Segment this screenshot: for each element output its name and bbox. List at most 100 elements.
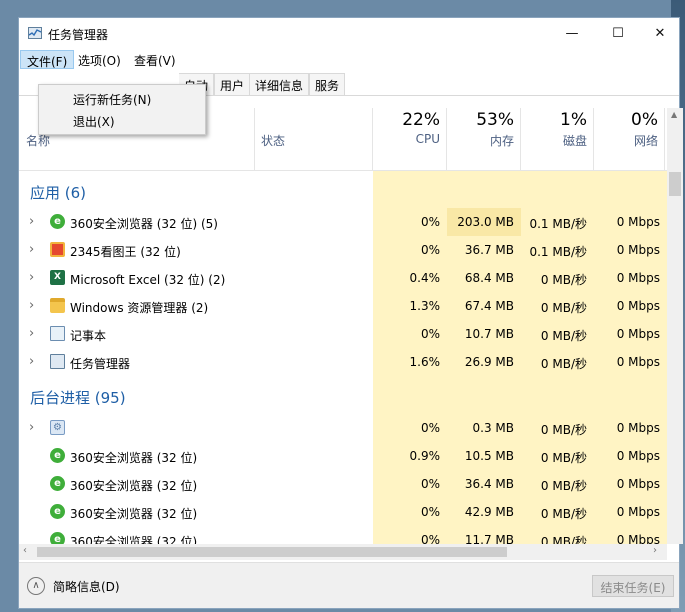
- browser-360-icon: e: [50, 504, 65, 519]
- network-cell: 0 Mbps: [616, 449, 660, 463]
- process-name: 360安全浏览器 (32 位): [70, 451, 198, 465]
- expand-chevron-icon[interactable]: ›: [29, 242, 34, 257]
- cpu-cell: 0%: [420, 243, 440, 257]
- memory-cell: 68.4 MB: [464, 271, 514, 285]
- table-row[interactable]: e 360安全浏览器 (32 位) 0% 11.7 MB 0 MB/秒 0 Mbps: [19, 526, 667, 544]
- table-row[interactable]: e 360安全浏览器 (32 位) 0% 36.4 MB 0 MB/秒 0 Mbps: [19, 470, 667, 498]
- cpu-cell: 0%: [420, 215, 440, 229]
- disk-cell: 0 MB/秒: [540, 329, 587, 343]
- end-task-button[interactable]: 结束任务(E): [592, 575, 674, 597]
- group-title-apps: 应用 (6): [30, 184, 87, 202]
- table-row[interactable]: › 记事本 0% 10.7 MB 0 MB/秒 0 Mbps: [19, 320, 667, 348]
- expand-chevron-icon[interactable]: ›: [29, 214, 34, 229]
- chevron-up-icon[interactable]: ∧: [27, 577, 45, 595]
- network-cell: 0 Mbps: [616, 243, 660, 257]
- horizontal-scroll-thumb[interactable]: [37, 547, 507, 557]
- network-total: 0%: [631, 110, 658, 130]
- process-name: 360安全浏览器 (32 位): [70, 507, 198, 521]
- vertical-scroll-thumb[interactable]: [669, 172, 681, 196]
- process-name: 2345看图王 (32 位): [70, 245, 181, 259]
- scroll-right-icon[interactable]: ›: [653, 545, 657, 556]
- column-network[interactable]: 0% 网络: [594, 108, 665, 170]
- tab-details[interactable]: 详细信息: [249, 73, 310, 95]
- disk-cell: 0 MB/秒: [540, 301, 587, 315]
- cpu-cell: 0%: [420, 477, 440, 491]
- cpu-cell: 1.6%: [409, 355, 441, 369]
- browser-360-icon: e: [50, 214, 65, 229]
- disk-cell: 0 MB/秒: [540, 423, 587, 437]
- network-cell: 0 Mbps: [616, 505, 660, 519]
- column-cpu[interactable]: 22% CPU: [373, 108, 447, 170]
- horizontal-scrollbar[interactable]: ‹ ›: [19, 544, 667, 560]
- process-name: 360安全浏览器 (32 位): [70, 479, 198, 493]
- memory-cell: 11.7 MB: [464, 533, 514, 544]
- expand-chevron-icon[interactable]: ›: [29, 326, 34, 341]
- footer-bar: ∧ 简略信息(D) 结束任务(E): [19, 562, 679, 608]
- browser-360-icon: e: [50, 532, 65, 544]
- cpu-cell: 0%: [420, 533, 440, 544]
- cpu-total: 22%: [402, 110, 440, 130]
- scroll-left-icon[interactable]: ‹: [23, 545, 27, 556]
- cpu-cell: 0%: [420, 327, 440, 341]
- fewer-details-link[interactable]: 简略信息(D): [53, 578, 120, 595]
- menu-file[interactable]: 文件(F): [20, 50, 75, 69]
- folder-icon: [50, 298, 65, 313]
- title-bar[interactable]: 任务管理器 — ☐ ✕: [19, 18, 679, 48]
- table-row[interactable]: e 360安全浏览器 (32 位) 0% 42.9 MB 0 MB/秒 0 Mbps: [19, 498, 667, 526]
- table-row[interactable]: › e 360安全浏览器 (32 位) (5) 0% 203.0 MB 0.1 MB/秒 0…: [19, 208, 667, 236]
- expand-chevron-icon[interactable]: ›: [29, 270, 34, 285]
- memory-cell: 36.4 MB: [464, 477, 514, 491]
- menu-item-exit[interactable]: 退出(X): [73, 113, 115, 130]
- cpu-cell: 0.9%: [409, 449, 441, 463]
- network-cell: 0 Mbps: [616, 299, 660, 313]
- disk-total: 1%: [560, 110, 587, 130]
- group-header-apps[interactable]: 应用 (6): [19, 177, 667, 205]
- maximize-button[interactable]: ☐: [595, 18, 641, 48]
- notepad-icon: [50, 326, 65, 341]
- group-title-background: 后台进程 (95): [30, 389, 126, 407]
- disk-cell: 0.1 MB/秒: [529, 217, 587, 231]
- disk-cell: 0.1 MB/秒: [529, 245, 587, 259]
- network-cell: 0 Mbps: [616, 327, 660, 341]
- column-cpu-label: CPU: [415, 132, 440, 146]
- group-header-background[interactable]: 后台进程 (95): [19, 382, 667, 410]
- menu-item-run-new-task[interactable]: 运行新任务(N): [73, 91, 151, 108]
- menu-bar: 文件(F) 选项(O) 查看(V): [19, 48, 679, 70]
- table-row[interactable]: › Windows 资源管理器 (2) 1.3% 67.4 MB 0 MB/秒 0 Mbp…: [19, 292, 667, 320]
- browser-360-icon: e: [50, 448, 65, 463]
- network-cell: 0 Mbps: [616, 215, 660, 229]
- memory-cell: 36.7 MB: [464, 243, 514, 257]
- column-network-label: 网络: [633, 134, 658, 148]
- column-disk[interactable]: 1% 磁盘: [521, 108, 594, 170]
- column-status[interactable]: 状态: [255, 108, 373, 170]
- scroll-up-icon[interactable]: ▲: [671, 110, 677, 119]
- table-row[interactable]: › 2345看图王 (32 位) 0% 36.7 MB 0.1 MB/秒 0 Mbps: [19, 236, 667, 264]
- menu-options[interactable]: 选项(O): [72, 50, 127, 69]
- expand-chevron-icon[interactable]: ›: [29, 298, 34, 313]
- expand-chevron-icon[interactable]: ›: [29, 354, 34, 369]
- close-button[interactable]: ✕: [637, 18, 683, 48]
- task-manager-window: 任务管理器 — ☐ ✕ 文件(F) 选项(O) 查看(V) 自动 用户 详细信息…: [18, 17, 683, 609]
- column-memory-label: 内存: [489, 134, 514, 148]
- table-row[interactable]: e 360安全浏览器 (32 位) 0.9% 10.5 MB 0 MB/秒 0 Mbps: [19, 442, 667, 470]
- tab-users[interactable]: 用户: [214, 73, 251, 95]
- vertical-scrollbar[interactable]: ▲: [667, 108, 683, 544]
- table-row[interactable]: › ⚙ 0% 0.3 MB 0 MB/秒 0 Mbps: [19, 414, 667, 442]
- table-row[interactable]: › 任务管理器 1.6% 26.9 MB 0 MB/秒 0 Mbps: [19, 348, 667, 376]
- memory-cell: 0.3 MB: [472, 421, 514, 435]
- memory-cell: 203.0 MB: [447, 208, 521, 236]
- gear-icon: ⚙: [50, 420, 65, 435]
- process-list: 应用 (6) › e 360安全浏览器 (32 位) (5) 0% 203.0 MB 0.…: [19, 171, 667, 544]
- network-cell: 0 Mbps: [616, 477, 660, 491]
- disk-cell: 0 MB/秒: [540, 451, 587, 465]
- expand-chevron-icon[interactable]: ›: [29, 420, 34, 435]
- image-viewer-icon: [50, 242, 65, 257]
- cpu-cell: 1.3%: [409, 299, 441, 313]
- minimize-button[interactable]: —: [549, 18, 595, 48]
- column-memory[interactable]: 53% 内存: [447, 108, 521, 170]
- table-row[interactable]: › X Microsoft Excel (32 位) (2) 0.4% 68.4 MB 0…: [19, 264, 667, 292]
- process-name: 记事本: [70, 329, 107, 343]
- tab-services[interactable]: 服务: [309, 73, 346, 95]
- cpu-cell: 0.4%: [409, 271, 441, 285]
- menu-view[interactable]: 查看(V): [128, 50, 182, 69]
